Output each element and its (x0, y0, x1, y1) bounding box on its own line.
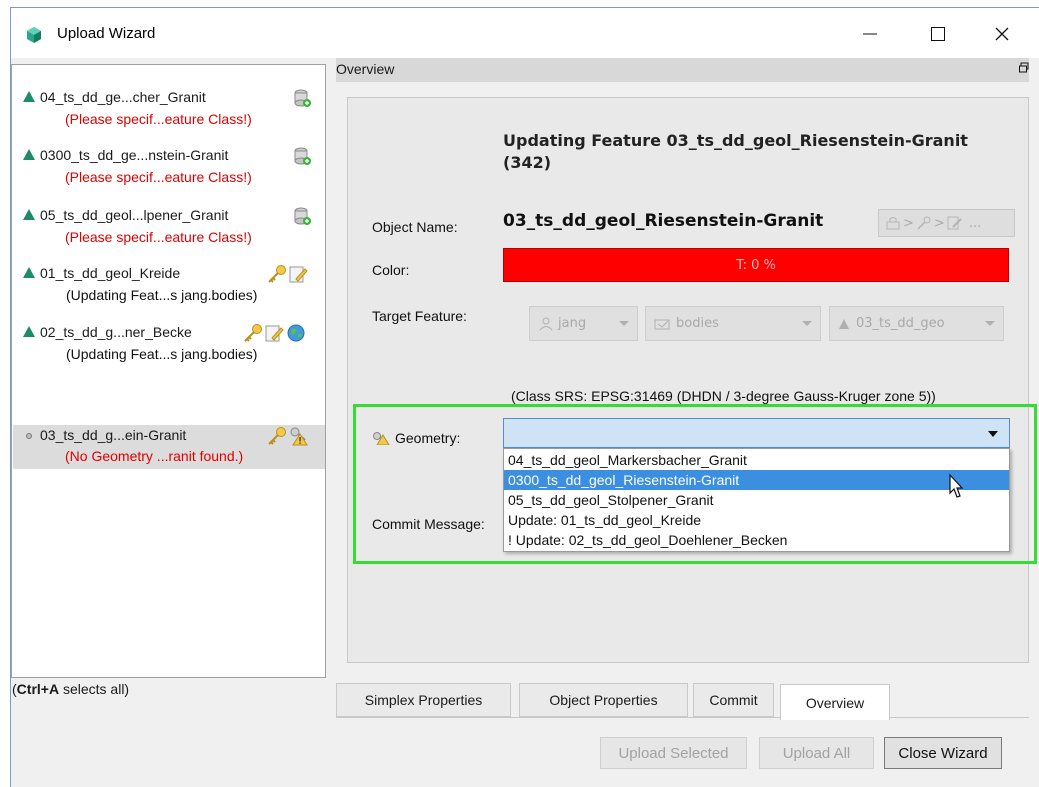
class-table-icon (654, 319, 670, 329)
close-wizard-button[interactable]: Close Wizard (884, 737, 1002, 769)
commit-message-label: Commit Message: (372, 516, 485, 532)
geometry-option[interactable]: 05_ts_dd_geol_Stolpener_Granit (504, 490, 1009, 510)
object-name-label: Object Name: (372, 219, 458, 235)
page-heading: Updating Feature 03_ts_dd_geol_Riesenste… (503, 131, 968, 172)
geometry-option-highlighted[interactable]: 0300_ts_dd_geol_Riesenstein-Granit (504, 470, 1009, 490)
target-feature-label: Target Feature: (372, 308, 467, 324)
triangle-feature-icon (23, 209, 35, 220)
edit-icon (947, 216, 962, 230)
tree-item[interactable]: 01_ts_dd_geol_Kreide (12, 263, 325, 284)
triangle-feature-icon (23, 91, 35, 102)
minimize-button[interactable] (847, 18, 893, 50)
globe-icon (287, 324, 305, 342)
close-window-button[interactable] (979, 18, 1025, 50)
tree-item-status: (Updating Feat...s jang.bodies) (66, 346, 258, 362)
overview-header: Overview (336, 58, 1029, 82)
undock-icon[interactable] (1019, 62, 1029, 74)
tree-item[interactable]: 05_ts_dd_geol...lpener_Granit (12, 205, 325, 226)
geometry-option[interactable]: Update: 01_ts_dd_geol_Kreide (504, 510, 1009, 530)
upload-all-button[interactable]: Upload All (759, 737, 874, 769)
target-class-value: bodies (676, 316, 719, 331)
geometry-option[interactable]: ! Update: 02_ts_dd_geol_Doehlener_Becken (504, 530, 1009, 550)
tree-item-status: (Updating Feat...s jang.bodies) (66, 287, 258, 303)
target-user-select[interactable]: jang (529, 306, 638, 341)
database-add-icon (294, 89, 311, 107)
feature-tree-panel: 04_ts_dd_ge...cher_Granit (Please specif… (11, 64, 326, 678)
tree-item-selected[interactable]: 03_ts_dd_g...ein-Granit (12, 425, 325, 446)
minimize-icon (863, 33, 877, 35)
chevron-down-icon (619, 321, 629, 326)
triangle-feature-icon (23, 149, 35, 160)
tab-simplex-properties[interactable]: Simplex Properties (336, 683, 511, 717)
key-warning-icon (373, 432, 390, 445)
color-swatch[interactable]: T: 0 % (503, 248, 1009, 282)
overview-header-title: Overview (336, 61, 395, 77)
triangle-feature-icon (23, 267, 35, 278)
tree-item-label: 02_ts_dd_g...ner_Becke (40, 324, 192, 340)
class-srs-info: (Class SRS: EPSG:31469 (DHDN / 3-degree … (511, 388, 936, 404)
chevron-down-icon (802, 321, 812, 326)
chevron-down-icon (985, 321, 995, 326)
title-bar: Upload Wizard (11, 8, 1039, 58)
tab-divider (336, 717, 1029, 718)
tree-item-label: 0300_ts_dd_ge...nstein-Granit (40, 147, 229, 163)
user-icon (539, 317, 553, 330)
target-feature-value: 03_ts_dd_geo (856, 316, 945, 331)
bullet-icon (26, 433, 32, 439)
tree-item-label: 03_ts_dd_g...ein-Granit (40, 427, 187, 443)
tab-overview[interactable]: Overview (780, 684, 890, 720)
tree-item-status: (Please specif...eature Class!) (65, 229, 252, 245)
geometry-select[interactable] (503, 418, 1010, 448)
tree-item-status: (Please specif...eature Class!) (65, 169, 252, 185)
database-add-icon (294, 147, 311, 165)
lock-more-label: ... (968, 215, 982, 231)
tree-item-label: 01_ts_dd_geol_Kreide (40, 265, 181, 281)
arrow-glyph: > (933, 215, 945, 231)
color-label: Color: (372, 262, 410, 278)
edit-icon (289, 266, 308, 283)
lock-chain-button[interactable]: > > ... (878, 209, 1015, 237)
key-icon (268, 265, 286, 283)
tree-item-label: 04_ts_dd_ge...cher_Granit (40, 89, 206, 105)
key-warning-icon (290, 427, 308, 446)
color-value: T: 0 % (736, 257, 776, 273)
tab-object-properties[interactable]: Object Properties (519, 683, 688, 717)
upload-selected-button[interactable]: Upload Selected (600, 737, 747, 769)
app-logo-icon (27, 27, 41, 43)
triangle-feature-icon (839, 318, 849, 329)
overview-content (347, 97, 1029, 663)
tree-item-label: 05_ts_dd_geol...lpener_Granit (40, 207, 229, 223)
geometry-label: Geometry: (395, 430, 461, 446)
chevron-down-icon (988, 431, 998, 437)
mouse-pointer-icon (949, 473, 964, 498)
maximize-icon (931, 27, 945, 41)
database-add-icon (294, 207, 311, 225)
arrow-glyph: > (903, 215, 914, 231)
target-feature-select[interactable]: 03_ts_dd_geo (829, 306, 1004, 341)
object-name-value: 03_ts_dd_geol_Riesenstein-Granit (503, 211, 824, 231)
edit-icon (265, 325, 284, 342)
target-user-value: jang (558, 316, 587, 331)
tree-item-status: (Please specif...eature Class!) (65, 111, 252, 127)
close-icon (995, 27, 1009, 41)
triangle-feature-icon (23, 326, 35, 337)
tab-commit[interactable]: Commit (693, 683, 774, 717)
geometry-option[interactable]: 04_ts_dd_geol_Markersbacher_Granit (504, 450, 1009, 470)
select-all-shortcut: Ctrl+A (16, 681, 60, 697)
tree-item[interactable]: 02_ts_dd_g...ner_Becke (12, 322, 325, 343)
geometry-dropdown-list: 04_ts_dd_geol_Markersbacher_Granit 0300_… (503, 448, 1010, 552)
tree-item[interactable]: 0300_ts_dd_ge...nstein-Granit (12, 145, 325, 166)
target-class-select[interactable]: bodies (645, 306, 821, 341)
key-icon (917, 216, 931, 230)
maximize-button[interactable] (915, 18, 961, 50)
key-icon (244, 324, 262, 342)
tree-item[interactable]: 04_ts_dd_ge...cher_Granit (12, 87, 325, 108)
tree-item-status: (No Geometry ...ranit found.) (65, 448, 244, 464)
lock-icon (886, 217, 900, 230)
key-icon (268, 427, 286, 445)
window-title: Upload Wizard (57, 25, 156, 42)
select-all-hint-text: selects all) (59, 681, 130, 697)
select-all-hint: (Ctrl+A selects all) (12, 681, 129, 697)
